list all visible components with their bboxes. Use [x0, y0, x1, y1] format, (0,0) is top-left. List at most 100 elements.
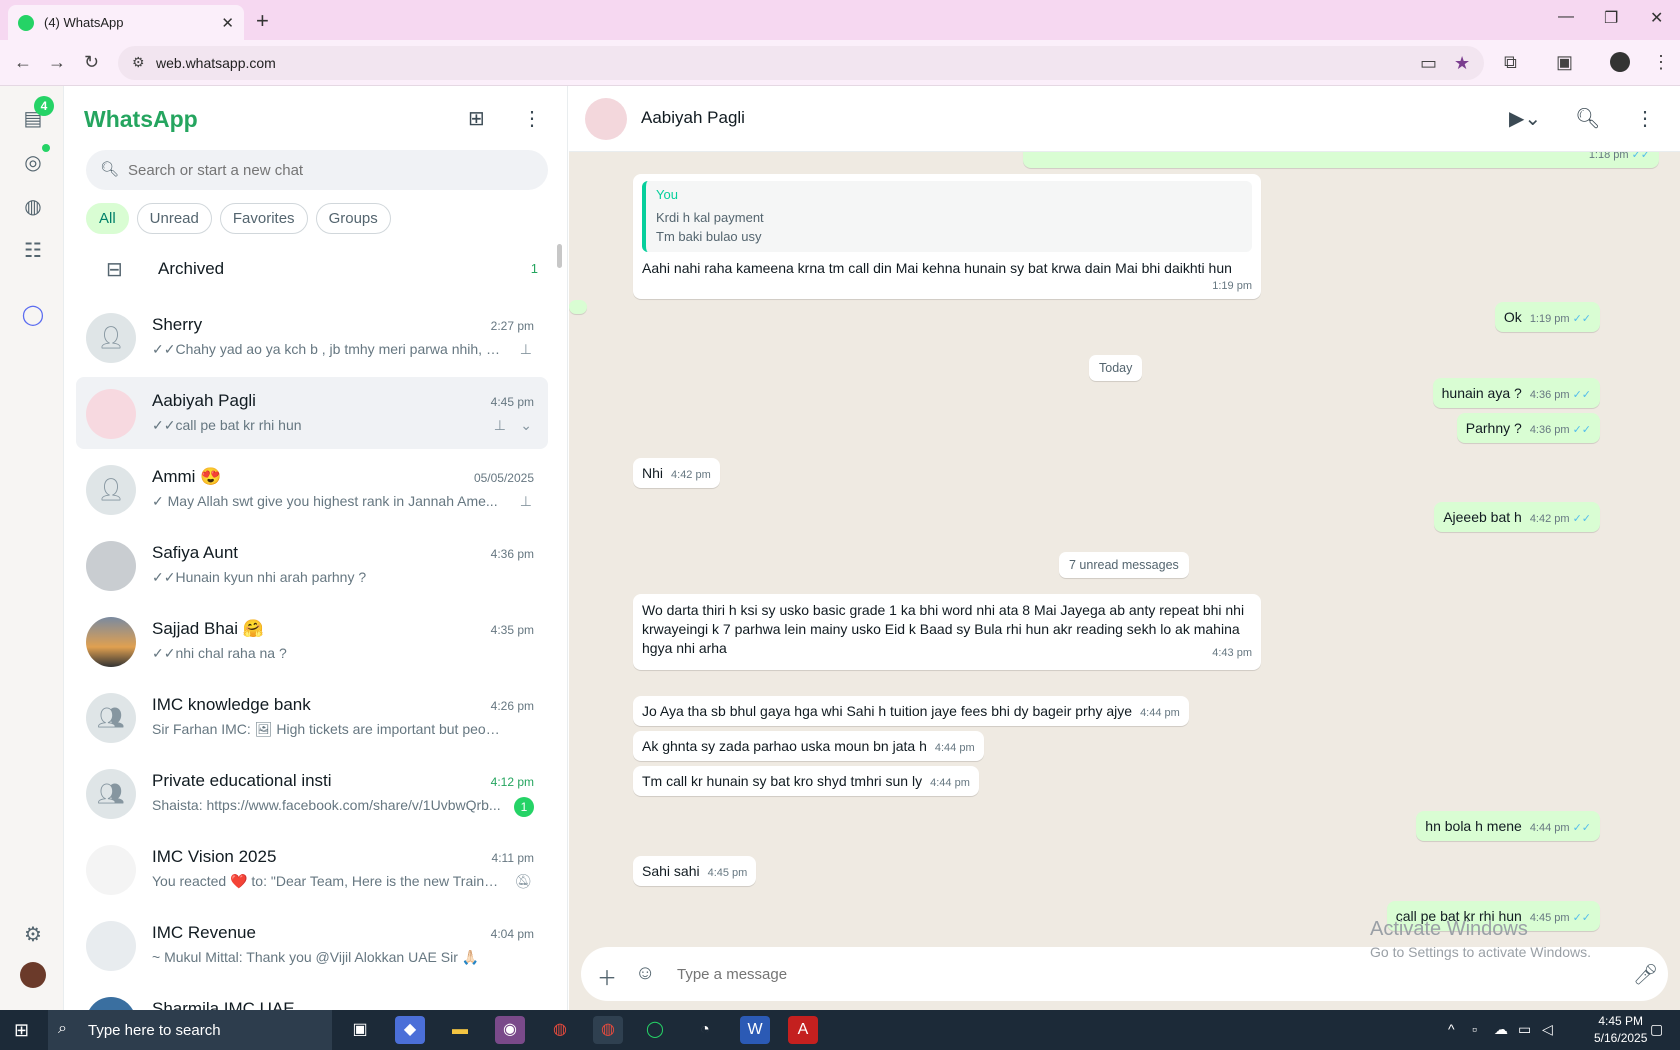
network-icon[interactable]: ▭ — [1518, 1021, 1531, 1038]
taskbar-clock[interactable]: 4:45 PM 5/16/2025 — [1594, 1013, 1647, 1047]
message-in[interactable]: Jo Aya tha sb bhul gaya hga whi Sahi h t… — [633, 696, 1189, 726]
communities-icon[interactable]: ☷ — [20, 238, 46, 264]
forward-icon[interactable]: → — [48, 52, 66, 73]
search-input[interactable] — [128, 150, 528, 190]
chat-item[interactable]: 👥︎ Private educational insti 4:12 pm Sha… — [76, 757, 548, 829]
file-explorer-icon[interactable]: ▬ — [445, 1016, 475, 1044]
message-in[interactable]: Wo darta thiri h ksi sy usko basic grade… — [633, 594, 1261, 670]
windows-start-icon[interactable]: ⊞ — [14, 1020, 29, 1041]
chat-item[interactable]: IMC Vision 2025 4:11 pm You reacted ❤️ t… — [76, 833, 548, 905]
new-tab-icon[interactable]: + — [256, 8, 269, 34]
message-out[interactable]: 1:18 pm ✓✓ — [1023, 152, 1659, 168]
video-call-icon[interactable]: ▶︎⌄ — [1509, 106, 1541, 131]
chat-item[interactable]: Sharmila IMC UAE — [76, 985, 548, 1010]
chat-name: Private educational insti — [152, 771, 332, 790]
install-app-icon[interactable]: ▭ — [1420, 53, 1437, 74]
copilot-icon[interactable]: ◆ — [395, 1016, 425, 1044]
new-chat-icon[interactable]: ⊞ — [468, 106, 485, 131]
acrobat-icon[interactable]: A — [788, 1016, 818, 1044]
quoted-message[interactable]: You Krdi h kal payment Tm baki bulao usy — [642, 181, 1252, 252]
chat-time: 05/05/2025 — [473, 471, 534, 485]
contact-name[interactable]: Aabiyah Pagli — [641, 108, 745, 128]
chat-item[interactable]: IMC Revenue 4:04 pm ~ Mukul Mittal: Than… — [76, 909, 548, 981]
group-icon: 👥︎ — [97, 781, 125, 806]
chat-item-selected[interactable]: Aabiyah Pagli 4:45 pm ✓✓call pe bat kr r… — [76, 377, 548, 449]
muted-icon: 🔕︎ — [514, 873, 532, 889]
back-icon[interactable]: ← — [14, 52, 32, 73]
chat-item[interactable]: 👥︎ IMC knowledge bank 4:26 pm Sir Farhan… — [76, 681, 548, 753]
tray-app-icon[interactable]: ▫ — [1472, 1021, 1477, 1037]
profile-avatar[interactable] — [20, 962, 46, 988]
url-text: web.whatsapp.com — [156, 55, 276, 71]
avatar — [86, 921, 136, 971]
whatsapp-taskbar-icon[interactable]: ◯ — [640, 1016, 670, 1044]
profile-avatar[interactable] — [1610, 52, 1630, 72]
message-out[interactable]: Ok 1:19 pm ✓✓ — [1494, 302, 1600, 332]
filter-unread[interactable]: Unread — [136, 203, 212, 234]
chat-item[interactable]: Sajjad Bhai 🤗 4:35 pm ✓✓nhi chal raha na… — [76, 605, 548, 677]
message-out[interactable]: Ajeeeb bat h 4:42 pm ✓✓ — [1434, 502, 1600, 532]
message-in[interactable]: You Krdi h kal payment Tm baki bulao usy… — [633, 174, 1261, 299]
message-in[interactable]: Tm call kr hunain sy bat kro shyd tmhri … — [633, 766, 979, 796]
browser-menu-icon[interactable]: ⋮ — [1652, 52, 1670, 73]
chat-name: Ammi 😍 — [152, 467, 222, 486]
search-icon[interactable]: 🔍︎ — [1575, 106, 1600, 131]
attach-plus-icon[interactable]: ＋ — [597, 962, 617, 991]
contact-avatar[interactable] — [585, 98, 627, 140]
microphone-icon[interactable]: 🎤︎ — [1633, 962, 1658, 987]
browser-tab[interactable]: (4) WhatsApp ✕ — [8, 5, 244, 40]
message-in[interactable]: Ak ghnta sy zada parhao uska moun bn jat… — [633, 731, 984, 761]
chat-item[interactable]: 👤︎ Ammi 😍 05/05/2025 ✓ May Allah swt giv… — [76, 453, 548, 525]
conversation-header[interactable]: Aabiyah Pagli ▶︎⌄ 🔍︎ ⋮ — [569, 86, 1680, 152]
bookmark-star-icon[interactable]: ★ — [1454, 53, 1470, 74]
chevron-down-icon[interactable]: ⌄ — [520, 417, 532, 434]
word-icon[interactable]: W — [740, 1016, 770, 1044]
volume-icon[interactable]: ◁ — [1542, 1021, 1553, 1038]
tab-close-icon[interactable]: ✕ — [221, 14, 234, 32]
meta-ai-icon[interactable]: ◯ — [20, 302, 46, 328]
message-out[interactable]: Parhny ? 4:36 pm ✓✓ — [1456, 413, 1600, 443]
status-icon[interactable]: ◎ — [20, 150, 46, 176]
channels-icon[interactable]: ◍ — [20, 194, 46, 220]
avatar — [86, 845, 136, 895]
message-out[interactable]: hn bola h mene 4:44 pm ✓✓ — [1416, 811, 1600, 841]
onedrive-icon[interactable]: ☁ — [1494, 1021, 1508, 1038]
menu-icon[interactable]: ⋮ — [522, 106, 542, 131]
chrome-icon[interactable]: ◍ — [545, 1016, 575, 1044]
settings-icon[interactable]: ⚙ — [20, 922, 46, 948]
window-close-icon[interactable]: ✕ — [1650, 8, 1663, 28]
chat-list-scrollbar[interactable] — [557, 244, 562, 268]
avatar — [86, 389, 136, 439]
chat-time: 4:11 pm — [491, 851, 534, 865]
clock-app-icon[interactable]: ◔ — [690, 1016, 720, 1044]
menu-icon[interactable]: ⋮ — [1635, 106, 1655, 131]
filter-groups[interactable]: Groups — [315, 203, 391, 234]
chrome-active-icon[interactable]: ◍ — [593, 1016, 623, 1044]
reload-icon[interactable]: ↻ — [84, 52, 99, 73]
chat-item[interactable]: Safiya Aunt 4:36 pm ✓✓Hunain kyun nhi ar… — [76, 529, 548, 601]
emoji-sticker-icon[interactable]: ☺ — [635, 962, 655, 985]
app-icon[interactable]: ◉ — [495, 1016, 525, 1044]
taskbar-search[interactable]: ⌕ Type here to search — [48, 1010, 332, 1050]
chat-name: IMC knowledge bank — [152, 695, 311, 714]
task-view-icon[interactable]: ▣ — [345, 1016, 375, 1044]
default-user-icon: 👤︎ — [97, 325, 125, 350]
avatar: 👥︎ — [86, 769, 136, 819]
extensions-icon[interactable]: ⧉ — [1504, 52, 1517, 73]
clock-time: 4:45 PM — [1598, 1014, 1644, 1028]
reading-list-icon[interactable]: ▣ — [1556, 52, 1573, 73]
message-in[interactable]: Sahi sahi 4:45 pm — [633, 856, 757, 886]
site-info-icon[interactable]: ⚙ — [132, 54, 145, 71]
chat-item[interactable]: 👤︎ Sherry 2:27 pm ✓✓Chahy yad ao ya kch … — [76, 301, 548, 373]
filter-all[interactable]: All — [86, 203, 129, 234]
message-text: Sahi sahi — [642, 863, 700, 879]
minimize-icon[interactable]: — — [1558, 8, 1574, 26]
archived-row[interactable]: ⊟ Archived 1 — [86, 241, 548, 297]
message-in[interactable]: Nhi 4:42 pm — [633, 458, 720, 488]
filter-favorites[interactable]: Favorites — [219, 203, 308, 234]
restore-icon[interactable]: ❐ — [1604, 8, 1618, 28]
notifications-icon[interactable]: ▢ — [1650, 1021, 1663, 1038]
address-bar[interactable]: ⚙ web.whatsapp.com ▭ ★ — [118, 46, 1484, 80]
message-out[interactable]: hunain aya ? 4:36 pm ✓✓ — [1432, 378, 1600, 408]
tray-chevron-icon[interactable]: ^ — [1448, 1021, 1455, 1037]
